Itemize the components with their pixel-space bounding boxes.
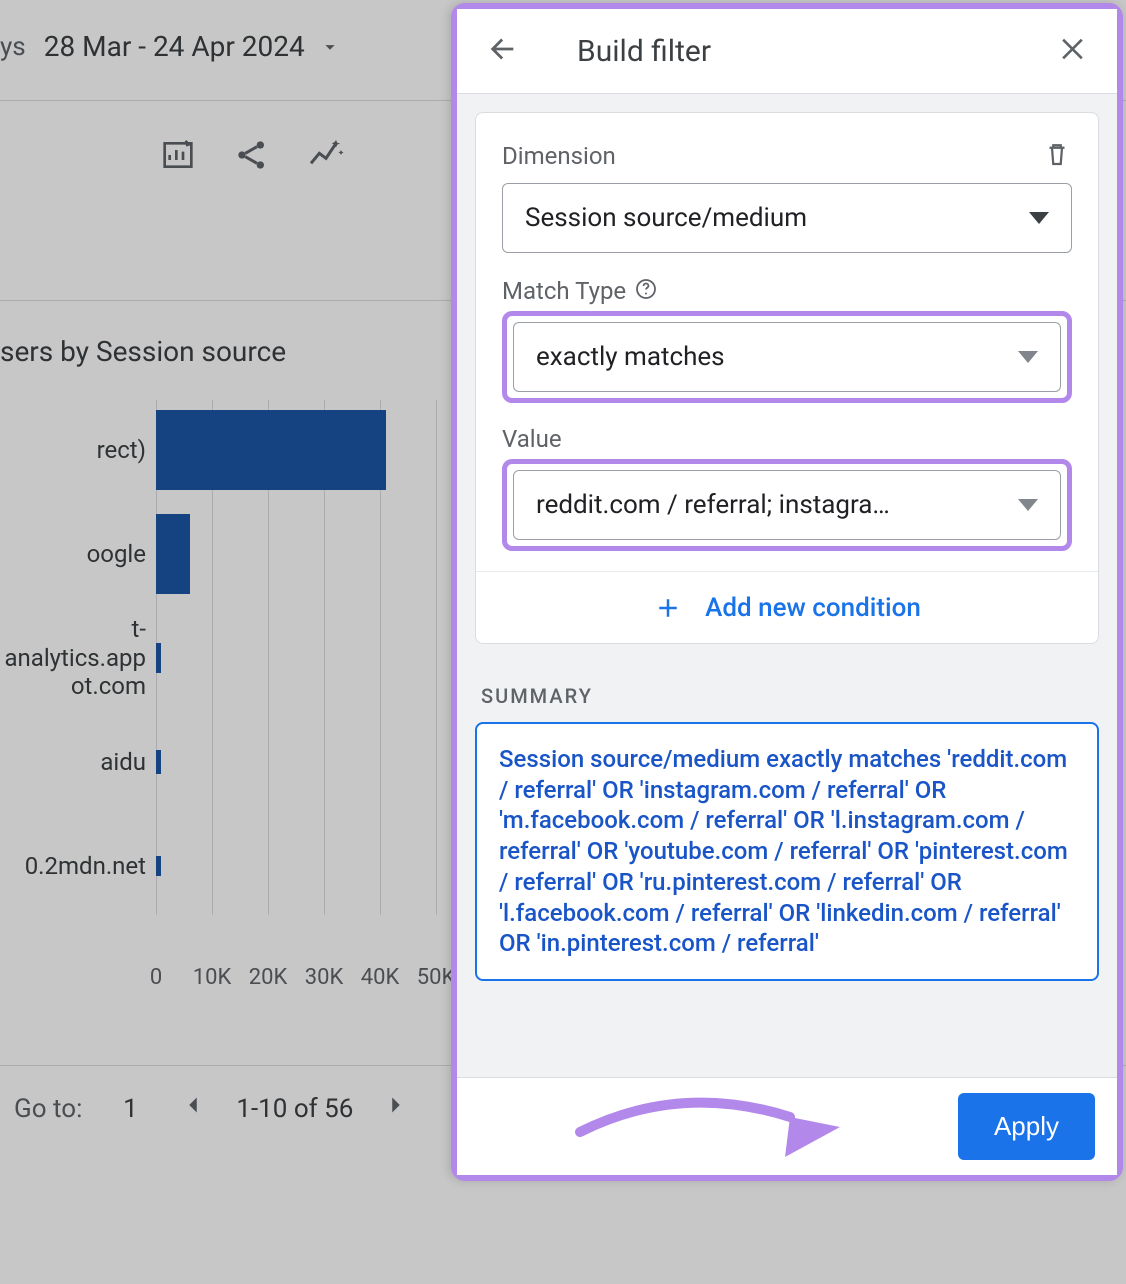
chart-tick-label: 40K <box>361 965 400 990</box>
value-display: reddit.com / referral; instagra… <box>536 490 890 520</box>
chart-tick-label: 30K <box>305 965 344 990</box>
match-type-label: Match Type <box>502 277 626 305</box>
date-range-text: 28 Mar - 24 Apr 2024 <box>44 30 305 63</box>
match-type-highlight: exactly matches <box>502 311 1072 403</box>
page-number[interactable]: 1 <box>110 1094 150 1124</box>
bar-chart: rect)ooglet-analytics.appot.comaidu0.2md… <box>0 395 440 955</box>
pager-range: 1-10 of 56 <box>236 1094 353 1124</box>
apply-button[interactable]: Apply <box>958 1093 1095 1160</box>
delete-condition-button[interactable] <box>1042 139 1072 173</box>
chart-bar-row: aidu <box>156 713 436 811</box>
chart-bar-label: rect) <box>0 436 146 465</box>
chart-tick-label: 20K <box>249 965 288 990</box>
back-button[interactable] <box>485 32 519 70</box>
pager-prev[interactable] <box>178 1090 208 1127</box>
chart-bar <box>156 750 161 774</box>
add-condition-label: Add new condition <box>705 593 921 623</box>
chevron-down-icon <box>319 36 341 58</box>
chart-bar-row: 0.2mdn.net <box>156 817 436 915</box>
chart-tick-label: 10K <box>193 965 232 990</box>
chevron-down-icon <box>1018 499 1038 511</box>
chevron-down-icon <box>1018 351 1038 363</box>
chart-bar <box>156 514 190 594</box>
add-condition-button[interactable]: Add new condition <box>476 571 1098 643</box>
chart-bar-row: t-analytics.appot.com <box>156 609 436 707</box>
goto-label: Go to: <box>14 1094 82 1124</box>
share-icon[interactable] <box>232 135 272 179</box>
build-filter-panel: Build filter Dimension Session source/me… <box>451 3 1123 1181</box>
chart-bar <box>156 856 161 876</box>
chart-bar-row: oogle <box>156 505 436 603</box>
chart-bar-label: t-analytics.appot.com <box>0 615 146 701</box>
close-button[interactable] <box>1057 33 1089 69</box>
chart-title: sers by Session source <box>0 335 286 368</box>
chevron-down-icon <box>1029 212 1049 224</box>
condition-card: Dimension Session source/medium Match Ty… <box>475 112 1099 644</box>
chart-tick-label: 0 <box>150 965 162 990</box>
dimension-label: Dimension <box>502 142 616 170</box>
match-type-value: exactly matches <box>536 342 725 372</box>
chart-bar-label: 0.2mdn.net <box>0 852 146 881</box>
summary-box: Session source/medium exactly matches 'r… <box>475 722 1099 981</box>
match-type-select[interactable]: exactly matches <box>513 322 1061 392</box>
chart-bar-row: rect) <box>156 401 436 499</box>
chart-bar-label: aidu <box>0 748 146 777</box>
chart-bar-label: oogle <box>0 540 146 569</box>
value-highlight: reddit.com / referral; instagra… <box>502 459 1072 551</box>
plus-icon <box>653 593 683 623</box>
insights-icon[interactable] <box>306 135 346 179</box>
help-icon[interactable] <box>634 277 658 305</box>
date-preset-suffix: ys <box>0 32 26 62</box>
chart-bar <box>156 643 161 673</box>
panel-title: Build filter <box>547 34 1029 69</box>
value-select[interactable]: reddit.com / referral; instagra… <box>513 470 1061 540</box>
date-range-picker[interactable]: ys 28 Mar - 24 Apr 2024 <box>0 30 341 63</box>
dimension-value: Session source/medium <box>525 203 807 233</box>
value-label: Value <box>502 425 1072 453</box>
chart-tick-label: 50K <box>417 965 456 990</box>
customize-report-icon[interactable] <box>158 135 198 179</box>
summary-label: SUMMARY <box>481 684 1099 708</box>
dimension-select[interactable]: Session source/medium <box>502 183 1072 253</box>
pager-next[interactable] <box>381 1090 411 1127</box>
chart-bar <box>156 410 386 490</box>
table-pager: Go to: 1 1-10 of 56 <box>14 1090 411 1127</box>
